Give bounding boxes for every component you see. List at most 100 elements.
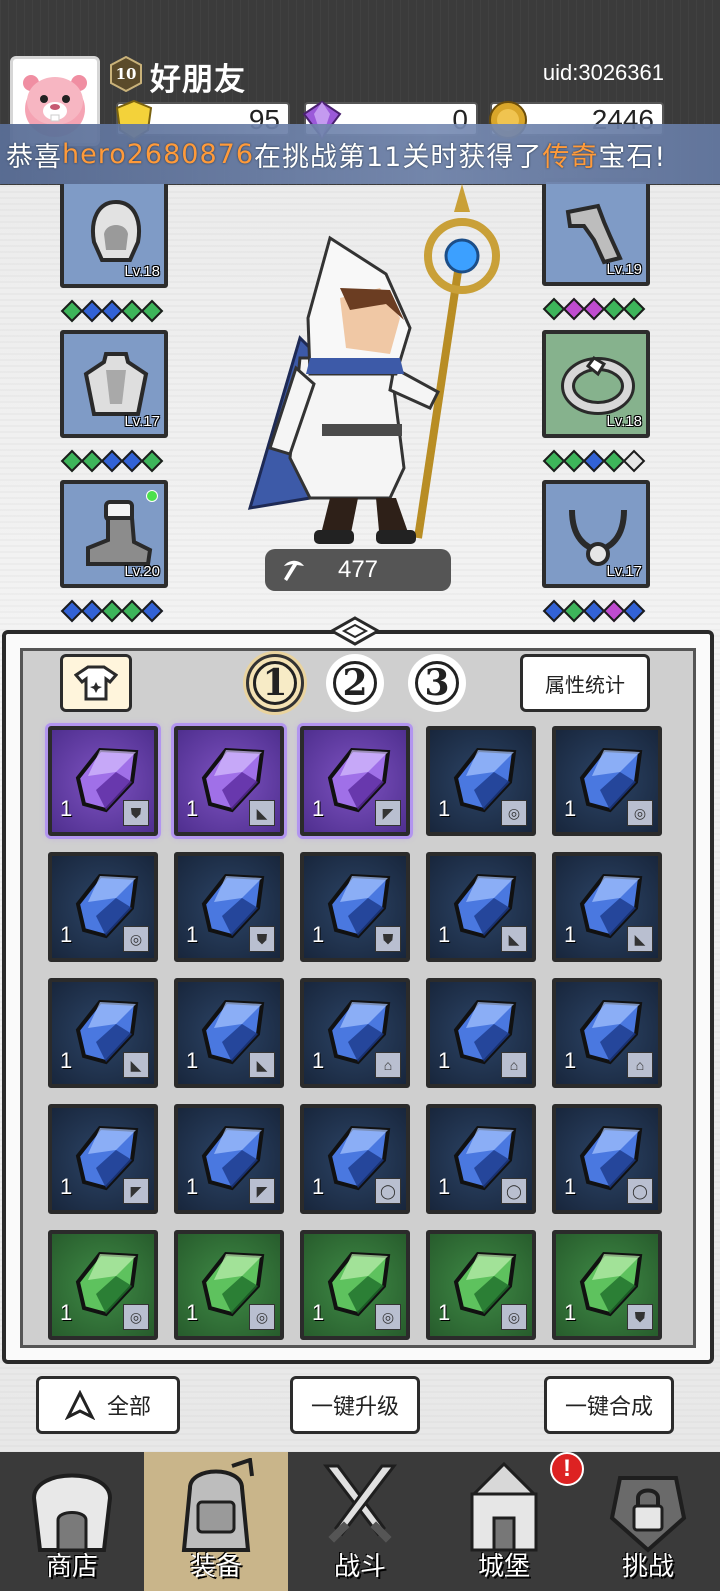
page-tab-1-label: 1 bbox=[253, 661, 297, 705]
gem-slot-purple[interactable]: 1 ⛊ bbox=[48, 726, 158, 836]
gem-slot-blue[interactable]: 1 ⛊ bbox=[174, 852, 284, 962]
gem-count: 1 bbox=[564, 1300, 577, 1325]
bracer-slot-tag-icon: ◤ bbox=[375, 800, 401, 826]
equip-slot-boots[interactable]: Lv.20 bbox=[60, 480, 168, 588]
page-tab-1[interactable]: 1 bbox=[246, 654, 304, 712]
hood-slot-tag-icon: ⌂ bbox=[375, 1052, 401, 1078]
gem-slot-blue[interactable]: 1 ◣ bbox=[552, 852, 662, 962]
gem-count: 1 bbox=[186, 922, 199, 947]
gem-count: 1 bbox=[186, 796, 199, 821]
gem-slot-purple[interactable]: 1 ◤ bbox=[300, 726, 410, 836]
equip-slot-necklace[interactable]: Lv.17 bbox=[542, 480, 650, 588]
gem-slot-green[interactable]: 1 ◎ bbox=[48, 1230, 158, 1340]
gem-slot-green[interactable]: 1 ◎ bbox=[426, 1230, 536, 1340]
socket-row-hood bbox=[60, 299, 164, 323]
broadcast-rarity: 传奇 bbox=[542, 141, 599, 173]
gem-slot-blue[interactable]: 1 ◯ bbox=[552, 1104, 662, 1214]
gem-slot-blue[interactable]: 1 ⌂ bbox=[552, 978, 662, 1088]
gem-count: 1 bbox=[312, 1048, 325, 1073]
gem-slot-green[interactable]: 1 ◎ bbox=[300, 1230, 410, 1340]
player-uid: uid:3026361 bbox=[542, 60, 664, 85]
bracer-slot-tag-icon: ◤ bbox=[249, 1178, 275, 1204]
gem-slot-blue[interactable]: 1 ⌂ bbox=[426, 978, 536, 1088]
necklace-slot-tag-icon: ◯ bbox=[375, 1178, 401, 1204]
ring-slot-tag-icon: ◎ bbox=[501, 800, 527, 826]
hero-power-value: 477 bbox=[337, 556, 379, 583]
equip-level: Lv.19 bbox=[606, 261, 642, 278]
swords-icon bbox=[322, 1464, 398, 1543]
gem-socket bbox=[140, 299, 164, 323]
gem-slot-blue[interactable]: 1 ◎ bbox=[48, 852, 158, 962]
equip-level: Lv.20 bbox=[124, 563, 160, 580]
gem-slot-blue[interactable]: 1 ◣ bbox=[426, 852, 536, 962]
gem-socket bbox=[622, 599, 646, 623]
boots-slot-tag-icon: ◣ bbox=[501, 926, 527, 952]
gem-slot-blue[interactable]: 1 ◣ bbox=[48, 978, 158, 1088]
gem-socket bbox=[622, 297, 646, 321]
gem-slot-blue[interactable]: 1 ⛊ bbox=[300, 852, 410, 962]
page-tab-3[interactable]: 3 bbox=[408, 654, 466, 712]
gem-slot-blue[interactable]: 1 ◣ bbox=[174, 978, 284, 1088]
gem-slot-blue[interactable]: 1 ◤ bbox=[174, 1104, 284, 1214]
gem-slot-green[interactable]: 1 ◎ bbox=[174, 1230, 284, 1340]
boots-icon bbox=[86, 500, 153, 566]
equipment-filter-button[interactable] bbox=[60, 654, 132, 712]
equip-level: Lv.17 bbox=[124, 413, 160, 430]
cloak-slot-tag-icon: ⛊ bbox=[123, 800, 149, 826]
equip-level: Lv.18 bbox=[606, 413, 642, 430]
gem-count: 1 bbox=[564, 1174, 577, 1199]
backpack-icon bbox=[181, 1458, 254, 1552]
gem-count: 1 bbox=[60, 922, 73, 947]
gem-socket bbox=[140, 599, 164, 623]
hero-mage-character bbox=[247, 184, 500, 544]
gem-count: 1 bbox=[312, 796, 325, 821]
broadcast-prefix: 恭喜 bbox=[6, 141, 62, 173]
gem-slot-blue[interactable]: 1 ◯ bbox=[300, 1104, 410, 1214]
nav-equipment[interactable]: 装备 bbox=[144, 1452, 288, 1591]
socket-row-necklace bbox=[542, 599, 646, 623]
gem-count: 1 bbox=[60, 1174, 73, 1199]
equip-slot-cloak[interactable]: Lv.17 bbox=[60, 330, 168, 438]
filter-all-button[interactable]: 全部 bbox=[36, 1376, 180, 1434]
upgrade-available-dot bbox=[146, 490, 158, 502]
gem-socket bbox=[622, 449, 646, 473]
castle-icon bbox=[470, 1461, 538, 1552]
gem-count: 1 bbox=[60, 1048, 73, 1073]
cloak-slot-tag-icon: ⛊ bbox=[627, 1304, 653, 1330]
equip-slot-hood[interactable]: Lv.18 bbox=[60, 180, 168, 288]
nav-challenge[interactable]: 挑战 bbox=[576, 1452, 720, 1591]
shirt-icon bbox=[74, 665, 118, 701]
gem-count: 1 bbox=[438, 922, 451, 947]
bracer-slot-tag-icon: ◤ bbox=[123, 1178, 149, 1204]
nav-challenge-label: 挑战 bbox=[621, 1552, 674, 1582]
gem-slot-blue[interactable]: 1 ◎ bbox=[426, 726, 536, 836]
ring-icon bbox=[561, 356, 635, 415]
gem-count: 1 bbox=[60, 1300, 73, 1325]
equip-slot-ring[interactable]: Lv.18 bbox=[542, 330, 650, 438]
equip-level: Lv.17 bbox=[606, 563, 642, 580]
page-tab-2-label: 2 bbox=[333, 661, 377, 705]
gem-slot-blue[interactable]: 1 ◎ bbox=[552, 726, 662, 836]
gem-count: 1 bbox=[312, 1174, 325, 1199]
gem-slot-purple[interactable]: 1 ◣ bbox=[174, 726, 284, 836]
gem-slot-blue[interactable]: 1 ⌂ bbox=[300, 978, 410, 1088]
necklace-icon bbox=[569, 509, 627, 566]
player-level: 10 bbox=[115, 65, 137, 83]
ring-slot-tag-icon: ◎ bbox=[627, 800, 653, 826]
gem-slot-green[interactable]: 1 ⛊ bbox=[552, 1230, 662, 1340]
page-tab-2[interactable]: 2 bbox=[326, 654, 384, 712]
gem-slot-blue[interactable]: 1 ◤ bbox=[48, 1104, 158, 1214]
upgrade-all-button[interactable]: 一键升级 bbox=[290, 1376, 420, 1434]
gem-count: 1 bbox=[438, 1174, 451, 1199]
gem-slot-blue[interactable]: 1 ◯ bbox=[426, 1104, 536, 1214]
pickaxe-icon bbox=[284, 560, 304, 581]
equip-slot-bracer[interactable]: Lv.19 bbox=[542, 178, 650, 286]
attribute-stats-button[interactable]: 属性统计 bbox=[520, 654, 650, 712]
nav-battle[interactable]: 战斗 bbox=[288, 1452, 432, 1591]
bottom-nav: 商店 装备 战斗 城堡 挑战 bbox=[0, 1452, 720, 1591]
nav-equipment-label: 装备 bbox=[189, 1552, 242, 1582]
merge-all-button[interactable]: 一键合成 bbox=[544, 1376, 674, 1434]
nav-shop[interactable]: 商店 bbox=[0, 1452, 144, 1591]
gem-count: 1 bbox=[564, 922, 577, 947]
cloak-icon bbox=[83, 352, 149, 416]
